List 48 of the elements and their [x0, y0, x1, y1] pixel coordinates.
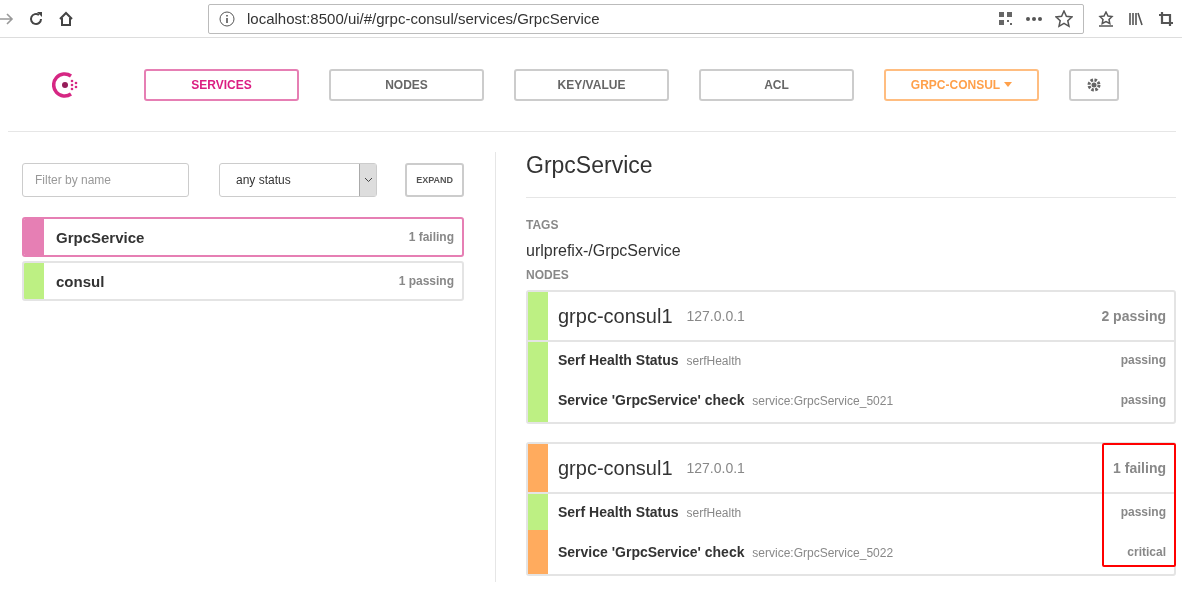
node-address: 127.0.0.1 — [686, 308, 746, 324]
service-title: GrpcService — [526, 152, 1176, 198]
tags-label: TAGS — [526, 218, 560, 232]
address-bar[interactable]: localhost:8500/ui/#/grpc-consul/services/GrpcService — [208, 3, 1084, 34]
library-icon[interactable] — [1128, 10, 1144, 27]
qr-code-icon[interactable] — [998, 11, 1013, 26]
node-status: 2 passing — [1101, 308, 1167, 324]
nodes-label: NODES — [526, 268, 570, 282]
service-name: consul — [55, 272, 106, 290]
service-name: GrpcService — [55, 228, 146, 246]
check-status: passing — [1120, 393, 1167, 407]
nav-tab[interactable]: KEY/VALUE — [514, 68, 669, 101]
logo-icon[interactable] — [52, 70, 80, 99]
check-name: Serf Health Status serfHealth — [557, 504, 743, 520]
check-name: Serf Health Status serfHealth — [557, 352, 743, 368]
settings-button[interactable] — [1069, 68, 1119, 101]
crop-icon[interactable] — [1158, 10, 1174, 27]
nav-tab[interactable]: ACL — [699, 68, 854, 101]
check-name: Service 'GrpcService' check service:GrpcService_5021 — [557, 392, 895, 408]
star-icon[interactable] — [1055, 9, 1073, 28]
check-status: critical — [1127, 545, 1167, 559]
expand-button[interactable]: EXPAND — [405, 163, 464, 197]
service-status: 1 failing — [408, 230, 455, 244]
status-select[interactable]: any status — [219, 163, 378, 197]
service-status: 1 passing — [398, 274, 455, 288]
service-item[interactable]: consul 1 passing — [22, 261, 464, 301]
check-name: Service 'GrpcService' check service:GrpcService_5022 — [557, 544, 895, 560]
nav-tab[interactable]: NODES — [329, 68, 484, 101]
reload-icon[interactable] — [28, 10, 44, 27]
saved-star-icon[interactable] — [1098, 10, 1114, 27]
node-address: 127.0.0.1 — [686, 460, 746, 476]
home-icon[interactable] — [58, 10, 74, 27]
info-icon[interactable] — [219, 10, 235, 27]
node-name: grpc-consul1 — [557, 304, 673, 328]
more-icon[interactable] — [1025, 15, 1043, 22]
check-status: passing — [1120, 353, 1167, 367]
check-status: passing — [1120, 505, 1167, 519]
forward-icon[interactable] — [0, 11, 14, 26]
url-text: localhost:8500/ui/#/grpc-consul/services/GrpcService — [247, 10, 601, 27]
tag-text: urlprefix-/GrpcService — [526, 242, 682, 260]
settings-icon — [1086, 76, 1102, 93]
service-item[interactable]: GrpcService 1 failing — [22, 217, 464, 257]
node-status: 1 failing — [1113, 460, 1167, 476]
nav-tab[interactable]: SERVICES — [144, 68, 299, 101]
filter-input[interactable]: Filter by name — [22, 163, 189, 197]
caret-icon — [1004, 82, 1013, 87]
node-name: grpc-consul1 — [557, 456, 673, 480]
chevron-down-icon — [363, 177, 373, 183]
